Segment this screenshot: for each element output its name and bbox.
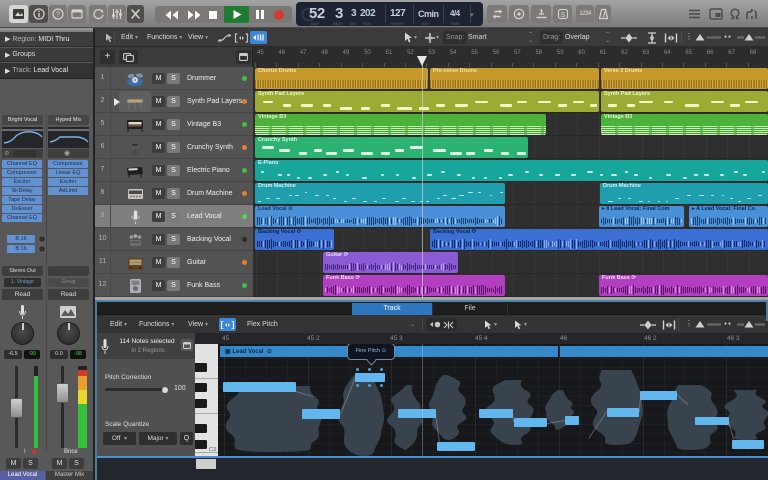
svg-text:S: S <box>560 10 565 19</box>
svg-text:?: ? <box>56 12 60 19</box>
